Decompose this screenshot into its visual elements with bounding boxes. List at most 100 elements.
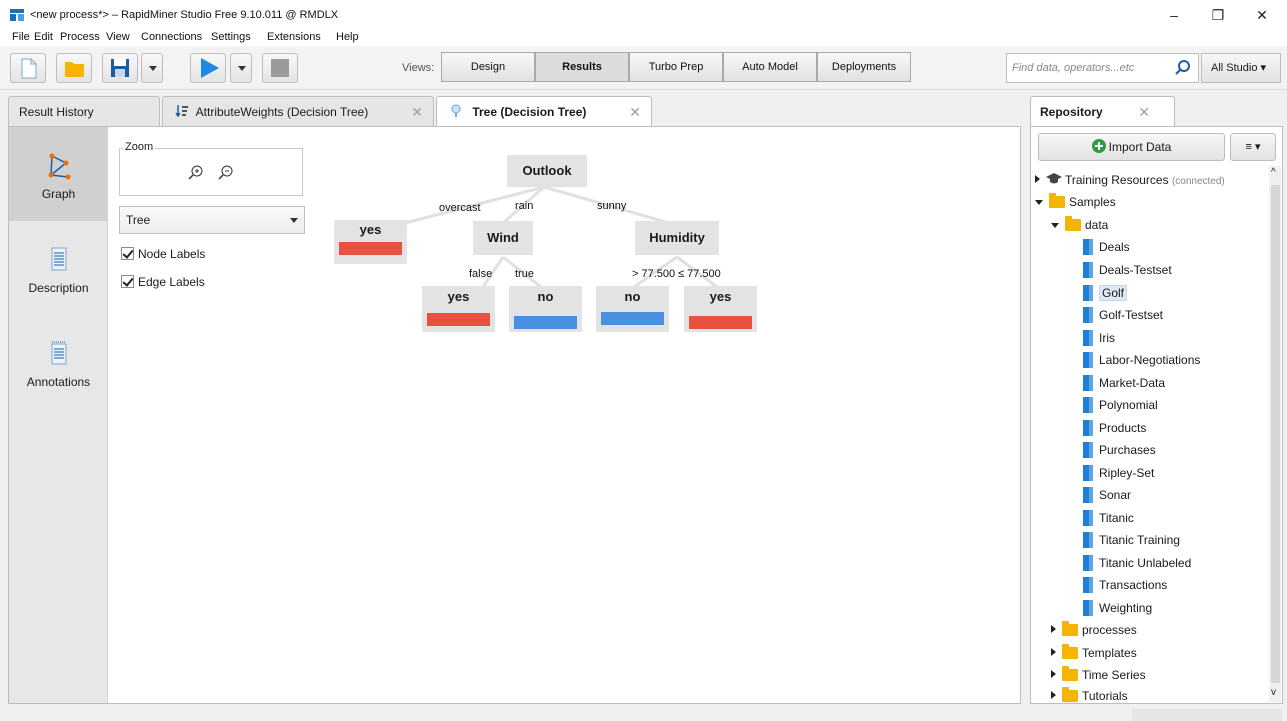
repo-item-golf-testset[interactable]: Golf-Testset [1083,306,1163,326]
tree-node-outlook[interactable]: Outlook [507,155,587,187]
edge-label-sunny: sunny [597,200,627,212]
repo-item-deals[interactable]: Deals [1083,238,1130,258]
tab-repository[interactable]: Repository ✕ [1030,96,1175,127]
menu-file[interactable]: File [12,31,30,43]
repo-item-products[interactable]: Products [1083,419,1146,439]
repo-item-labor-negotiations[interactable]: Labor-Negotiations [1083,351,1200,371]
repo-item-transactions[interactable]: Transactions [1083,576,1167,596]
repo-training-resources[interactable]: Training Resources (connected) [1035,171,1225,191]
leaf-class-bar [514,316,577,329]
scroll-down-icon[interactable]: v [1271,687,1276,698]
tree-leaf-humidity-gt[interactable]: no [596,286,669,332]
tree-leaf-wind-true[interactable]: no [509,286,582,332]
repo-item-titanic[interactable]: Titanic [1083,509,1134,529]
leaf-label: no [537,289,554,304]
repo-folder-time-series[interactable]: Time Series [1051,666,1146,686]
run-process-button[interactable] [190,53,226,83]
view-turbo-prep[interactable]: Turbo Prep [629,52,723,82]
view-deployments[interactable]: Deployments [817,52,911,82]
collapse-icon[interactable] [1051,223,1059,228]
repo-item-golf[interactable]: Golf [1083,284,1128,304]
expand-icon[interactable] [1051,670,1056,678]
dataset-icon [1083,375,1093,391]
collapse-icon[interactable] [1035,200,1043,205]
edge-label-false: false [469,268,493,280]
repo-item-polynomial[interactable]: Polynomial [1083,396,1158,416]
search-icon[interactable] [1174,59,1192,77]
close-tab-icon[interactable]: ✕ [411,97,423,127]
add-circle-icon [1091,139,1106,153]
scroll-up-icon[interactable]: ^ [1271,167,1276,178]
close-tab-icon[interactable]: ✕ [1138,97,1150,127]
dataset-icon [1083,397,1093,413]
minimize-button[interactable]: – [1154,4,1194,26]
menu-extensions[interactable]: Extensions [267,31,321,43]
expand-icon[interactable] [1051,648,1056,656]
save-process-button[interactable] [102,53,138,83]
expand-icon[interactable] [1051,625,1056,633]
maximize-button[interactable]: ❐ [1198,4,1238,26]
edge-label-le: ≤ 77.500 [678,268,721,280]
stop-process-button[interactable] [262,53,298,83]
menu-connections[interactable]: Connections [141,31,202,43]
tab-tree-decision-tree[interactable]: Tree (Decision Tree) ✕ [436,96,652,127]
close-button[interactable]: ✕ [1242,4,1282,26]
repo-item-weighting[interactable]: Weighting [1083,599,1152,619]
search-scope-dropdown[interactable]: All Studio ▾ [1201,53,1281,83]
tree-node-wind[interactable]: Wind [473,221,533,255]
menu-settings[interactable]: Settings [211,31,251,43]
tab-result-history[interactable]: Result History [8,96,160,126]
save-dropdown-button[interactable] [141,53,163,83]
dataset-icon [1083,600,1093,616]
view-results[interactable]: Results [535,52,629,82]
import-data-button[interactable]: Import Data [1038,133,1225,161]
repo-folder-templates[interactable]: Templates [1051,644,1137,664]
repo-folder-label: Templates [1082,646,1137,660]
repo-item-titanic-training[interactable]: Titanic Training [1083,531,1180,551]
edge-label-true: true [515,268,534,280]
tree-edges [381,185,718,289]
leaf-label: yes [359,222,382,237]
tree-leaf-humidity-le[interactable]: yes [684,286,757,332]
repository-menu-button[interactable]: ≡ ▾ [1230,133,1276,161]
rapidminer-logo-icon [10,9,24,21]
repo-item-purchases[interactable]: Purchases [1083,441,1156,461]
repo-item-titanic-unlabeled[interactable]: Titanic Unlabeled [1083,554,1191,574]
expand-icon[interactable] [1051,691,1056,699]
menu-help[interactable]: Help [336,31,359,43]
leaf-class-bar [601,312,664,325]
repo-data-folder[interactable]: data [1051,216,1108,236]
search-input[interactable]: Find data, operators...etc [1006,53,1199,83]
repo-item-market-data[interactable]: Market-Data [1083,374,1165,394]
menu-process[interactable]: Process [60,31,100,43]
folder-open-icon [65,62,84,77]
repo-folder-processes[interactable]: processes [1051,621,1137,641]
tab-attribute-weights[interactable]: AttributeWeights (Decision Tree) ✕ [162,96,434,126]
window-title: <new process*> – RapidMiner Studio Free … [30,9,339,21]
repository-scrollbar-thumb[interactable] [1271,185,1280,683]
tree-leaf-overcast[interactable]: yes [334,220,407,264]
close-tab-icon[interactable]: ✕ [629,97,641,127]
menu-view[interactable]: View [106,31,130,43]
tree-node-humidity[interactable]: Humidity [635,221,719,255]
repo-item-ripley-set[interactable]: Ripley-Set [1083,464,1154,484]
new-process-button[interactable] [10,53,46,83]
repo-folder-label: Tutorials [1082,689,1128,703]
repo-item-label: Market-Data [1099,376,1166,390]
repo-item-iris[interactable]: Iris [1083,329,1115,349]
repo-samples[interactable]: Samples [1035,193,1116,213]
tree-leaf-wind-false[interactable]: yes [422,286,495,332]
menu-edit[interactable]: Edit [34,31,53,43]
repo-item-label: Purchases [1099,443,1156,457]
open-process-button[interactable] [56,53,92,83]
view-auto-model[interactable]: Auto Model [723,52,817,82]
dataset-icon [1083,239,1093,255]
results-tab-bar: Result History AttributeWeights (Decisio… [0,96,1020,127]
view-design[interactable]: Design [441,52,535,82]
repo-folder-tutorials[interactable]: Tutorials [1051,687,1128,703]
repo-item-deals-testset[interactable]: Deals-Testset [1083,261,1172,281]
expand-icon[interactable] [1035,175,1040,183]
run-dropdown-button[interactable] [230,53,252,83]
dataset-icon [1083,555,1093,571]
repo-item-sonar[interactable]: Sonar [1083,486,1131,506]
